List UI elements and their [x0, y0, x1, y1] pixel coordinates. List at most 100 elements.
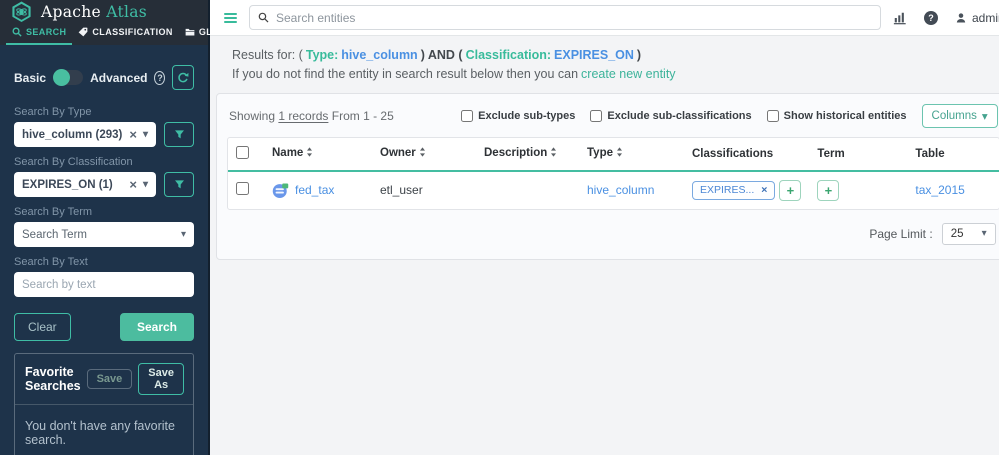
search-by-term-label: Search By Term	[14, 206, 194, 218]
save-as-button[interactable]: Save As	[138, 363, 184, 395]
brand-apache: Apache	[41, 3, 101, 21]
col-header-type[interactable]: Type	[579, 138, 684, 171]
search-icon	[12, 27, 22, 37]
clear-button[interactable]: Clear	[14, 313, 71, 341]
results-classification-value: EXPIRES_ON	[554, 48, 634, 62]
search-by-type-label: Search By Type	[14, 106, 194, 118]
show-historical-checkbox[interactable]	[767, 110, 779, 122]
entity-type-link[interactable]: hive_column	[587, 183, 654, 197]
clear-type-icon[interactable]: ×	[129, 128, 143, 141]
page-limit-select[interactable]: 25 ▾	[942, 223, 996, 245]
row-checkbox[interactable]	[236, 182, 249, 195]
chevron-down-icon: ▾	[982, 109, 988, 123]
select-all-checkbox[interactable]	[236, 146, 249, 159]
show-historical-label: Show historical entities	[784, 110, 907, 122]
entity-name-link[interactable]: fed_tax	[295, 183, 334, 197]
refresh-button[interactable]	[172, 65, 194, 90]
chevron-down-icon: ▾	[143, 180, 148, 190]
global-search-input[interactable]	[276, 11, 872, 25]
search-text-input[interactable]	[14, 272, 194, 297]
advanced-label: Advanced	[90, 71, 147, 85]
brand-atlas: Atlas	[106, 3, 147, 21]
remove-classification-icon[interactable]: ×	[761, 184, 767, 196]
records-link[interactable]: 1 records	[278, 109, 328, 123]
search-button[interactable]: Search	[120, 313, 194, 341]
col-term-label: Term	[817, 148, 844, 160]
sort-icon[interactable]	[616, 148, 623, 160]
col-description-label: Description	[484, 147, 547, 159]
tag-icon	[78, 27, 88, 37]
favorite-searches-panel: Favorite Searches Save Save As You don't…	[14, 353, 194, 455]
classification-tag[interactable]: EXPIRES...×	[692, 181, 775, 200]
clear-classification-icon[interactable]: ×	[129, 178, 143, 191]
chevron-down-icon: ▾	[143, 130, 148, 140]
col-table-label: Table	[915, 148, 944, 160]
sort-icon[interactable]	[550, 148, 557, 160]
col-header-table: Table	[907, 138, 998, 171]
term-select[interactable]: Search Term ▾	[14, 222, 194, 247]
create-entity-hint: If you do not find the entity in search …	[232, 67, 578, 81]
create-new-entity-link[interactable]: create new entity	[581, 67, 676, 81]
sort-icon[interactable]	[306, 148, 313, 160]
app-title: Apache Atlas	[41, 3, 147, 21]
sidebar: Apache Atlas SEARCH CLASSIFICATION GLOSS…	[0, 0, 210, 455]
results-type-value: hive_column	[341, 48, 417, 62]
exclude-subtypes-option[interactable]: Exclude sub-types	[461, 110, 575, 122]
results-type-key: Type:	[306, 48, 338, 62]
basic-advanced-toggle[interactable]	[53, 70, 83, 85]
classification-select-value: EXPIRES_ON (1)	[22, 179, 113, 191]
col-header-name[interactable]: Name	[264, 138, 372, 171]
statistics-icon[interactable]	[893, 11, 907, 25]
topbar: ? admin	[210, 0, 999, 36]
results-and: ) AND (	[421, 48, 463, 62]
exclude-subtypes-label: Exclude sub-types	[478, 110, 575, 122]
col-name-label: Name	[272, 147, 303, 159]
tab-search[interactable]: SEARCH	[6, 23, 72, 45]
add-classification-button[interactable]: +	[779, 180, 801, 201]
search-by-classification-label: Search By Classification	[14, 156, 194, 168]
menu-icon[interactable]	[224, 13, 237, 23]
help-icon[interactable]: ?	[924, 11, 938, 25]
brand-header: Apache Atlas	[0, 0, 208, 23]
refresh-icon	[177, 72, 189, 84]
global-search-box[interactable]	[249, 5, 881, 30]
exclude-subclassifications-option[interactable]: Exclude sub-classifications	[590, 110, 751, 122]
results-classification-key: Classification:	[466, 48, 551, 62]
col-header-owner[interactable]: Owner	[372, 138, 476, 171]
classification-attribute-filter-button[interactable]	[164, 172, 194, 197]
search-by-text-label: Search By Text	[14, 256, 194, 268]
results-prefix: Results for: (	[232, 48, 303, 62]
main-area: ? admin Results for: (Type:hive_column) …	[210, 0, 999, 455]
type-select-value: hive_column (293)	[22, 129, 122, 141]
col-header-description[interactable]: Description	[476, 138, 579, 171]
add-term-button[interactable]: +	[817, 180, 839, 201]
type-attribute-filter-button[interactable]	[164, 122, 194, 147]
table-ref-link[interactable]: tax_2015	[915, 183, 964, 197]
columns-button[interactable]: Columns▾	[922, 104, 998, 128]
tab-classification[interactable]: CLASSIFICATION	[72, 23, 178, 45]
chevron-down-icon: ▾	[181, 230, 186, 240]
toggle-knob	[53, 69, 70, 86]
user-icon	[955, 12, 967, 24]
page-limit-label: Page Limit :	[869, 227, 932, 241]
show-historical-option[interactable]: Show historical entities	[767, 110, 907, 122]
username: admin	[972, 11, 999, 25]
filter-icon	[174, 179, 185, 190]
search-icon	[258, 12, 269, 23]
save-button[interactable]: Save	[87, 369, 133, 389]
type-select[interactable]: hive_column (293) × ▾	[14, 122, 156, 147]
sort-icon[interactable]	[419, 148, 426, 160]
help-question-icon[interactable]: ?	[154, 71, 165, 85]
user-menu[interactable]: admin	[955, 11, 999, 25]
classification-select[interactable]: EXPIRES_ON (1) × ▾	[14, 172, 156, 197]
content: Results for: (Type:hive_column) AND (Cla…	[210, 36, 999, 455]
results-table: Name Owner Description Type Classificati…	[227, 137, 999, 210]
tab-classification-label: CLASSIFICATION	[92, 27, 172, 37]
page-limit-value: 25	[951, 228, 964, 240]
table-header-row: Name Owner Description Type Classificati…	[228, 138, 999, 171]
tab-search-label: SEARCH	[26, 27, 66, 37]
exclude-subclassifications-checkbox[interactable]	[590, 110, 602, 122]
exclude-subtypes-checkbox[interactable]	[461, 110, 473, 122]
showing-suffix: From 1 - 25	[332, 109, 394, 123]
favorite-searches-title: Favorite Searches	[25, 365, 81, 393]
